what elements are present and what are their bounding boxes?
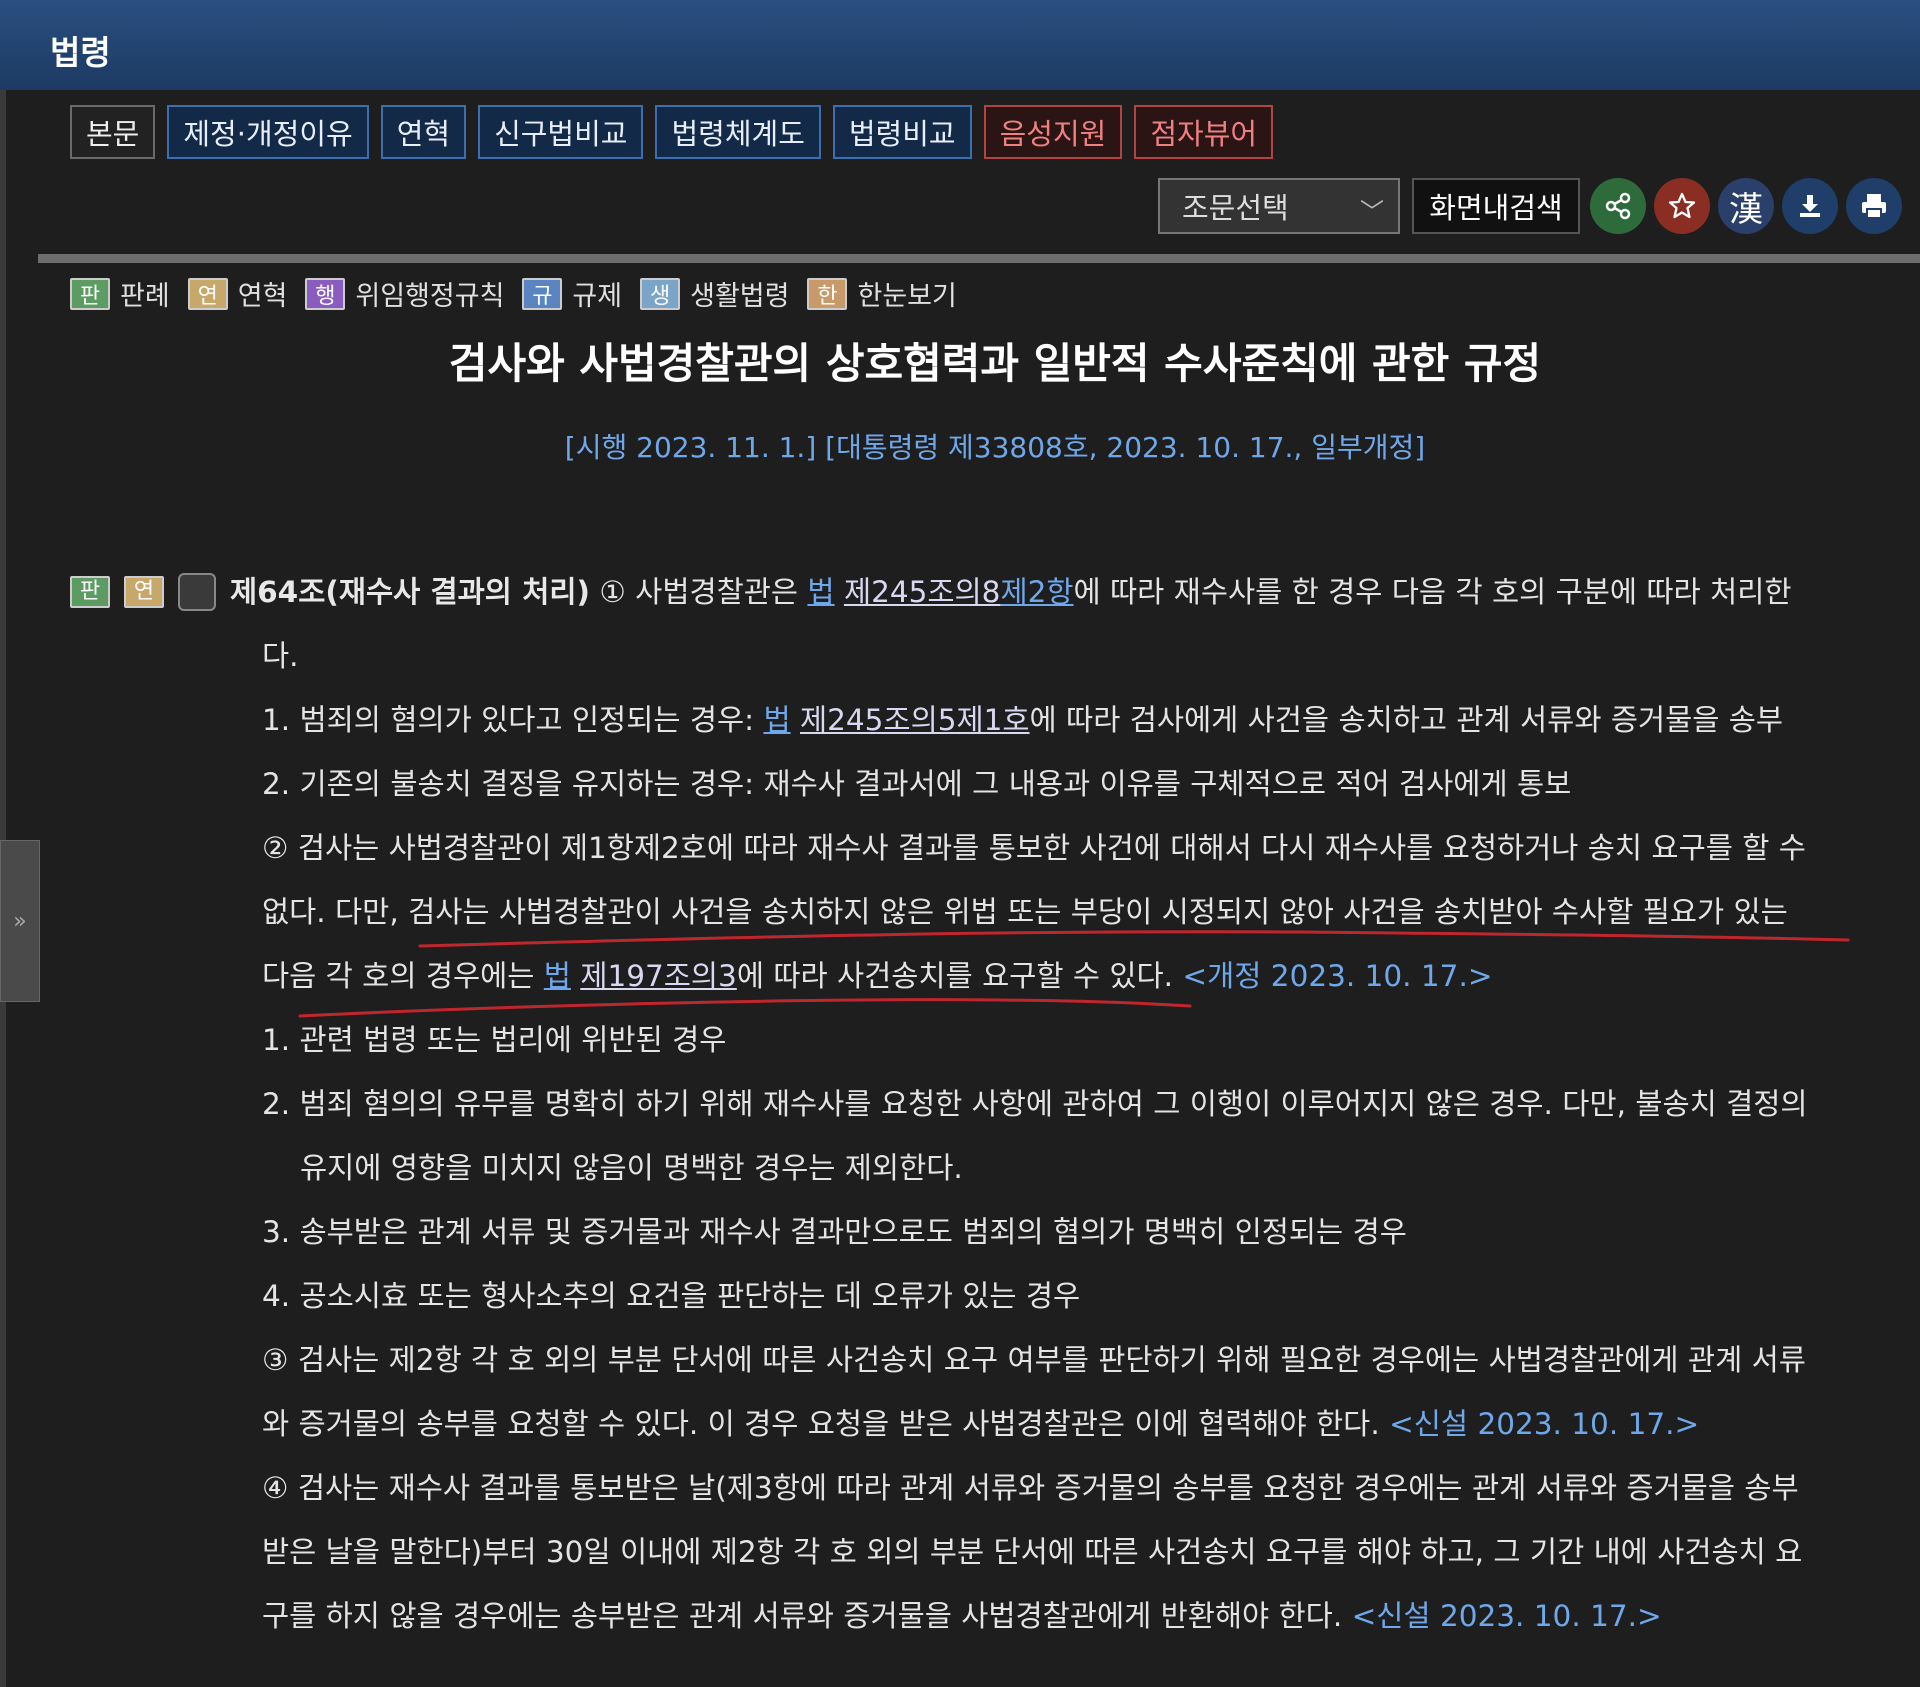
paragraph-4-line-3: 구를 하지 않을 경우에는 송부받은 관계 서류와 증거물을 사법경찰관에게 반… [262, 1584, 1890, 1648]
law-link[interactable]: 법 [763, 703, 790, 737]
legend-item-living-law[interactable]: 생 생활법령 [640, 274, 789, 313]
paragraph-2-line-3: 다음 각 호의 경우에는 법 제197조의3에 따라 사건송치를 요구할 수 있… [262, 944, 1890, 1008]
text: 에 따라 검사에게 사건을 송치하고 관계 서류와 증거물을 송부 [1029, 703, 1784, 737]
law-link[interactable]: 법 [544, 959, 571, 993]
precedent-badge-icon: 판 [70, 277, 110, 310]
article-64: 판 연 제64조(재수사 결과의 처리) ① 사법경찰관은 법 제245조의8제… [70, 560, 1890, 1648]
article-link[interactable]: 제245조의8 [844, 575, 1001, 609]
text: 구를 하지 않을 경우에는 송부받은 관계 서류와 증거물을 사법경찰관에게 반… [262, 1599, 1352, 1633]
tab-bar: 본문 제정·개정이유 연혁 신구법비교 법령체계도 법령비교 음성지원 점자뷰어 [70, 105, 1274, 159]
subitem-1: 1. 관련 법령 또는 법리에 위반된 경우 [262, 1023, 727, 1057]
new-provision-note[interactable]: <신설 2023. 10. 17.> [1352, 1599, 1662, 1633]
document-meta[interactable]: [시행 2023. 11. 1.] [대통령령 제33808호, 2023. 1… [0, 426, 1920, 466]
legend-label: 연혁 [237, 281, 288, 312]
subitem-2-line-2: 유지에 영향을 미치지 않음이 명백한 경우는 제외한다. [300, 1151, 963, 1185]
text: 다음 각 호의 경우에는 [262, 959, 544, 993]
legend-item-history[interactable]: 연 연혁 [187, 274, 288, 313]
history-badge-icon[interactable]: 연 [124, 576, 164, 608]
legend-item-overview[interactable]: 한 한눈보기 [807, 274, 957, 313]
regulation-badge-icon: 규 [522, 277, 563, 310]
living-law-badge-icon: 생 [640, 277, 681, 310]
legend-label: 한눈보기 [857, 281, 957, 312]
text: 와 증거물의 송부를 요청할 수 있다. 이 경우 요청을 받은 사법경찰관은 … [262, 1407, 1390, 1441]
article-checkbox[interactable] [178, 573, 216, 611]
tab-revision-reason[interactable]: 제정·개정이유 [167, 105, 369, 159]
legend-label: 판례 [120, 281, 170, 312]
article-heading: 제64조(재수사 결과의 처리) [230, 575, 590, 609]
paragraph-2-line-2: 없다. 다만, 검사는 사법경찰관이 사건을 송치하지 않은 위법 또는 부당이… [262, 895, 1788, 929]
legend-item-delegated-rules[interactable]: 행 위임행정규칙 [305, 274, 504, 313]
text: 에 따라 사건송치를 요구할 수 있다. [736, 959, 1183, 993]
tab-braille-viewer[interactable]: 점자뷰어 [1134, 105, 1274, 159]
article-select-value: 조문선택 [1182, 191, 1289, 225]
in-page-search-button[interactable]: 화면내검색 [1412, 178, 1580, 234]
law-link[interactable]: 법 [807, 575, 834, 609]
legend-label: 생활법령 [690, 281, 790, 312]
overview-badge-icon: 한 [807, 277, 848, 310]
subitem-2-line-1: 2. 범죄 혐의의 유무를 명확히 하기 위해 재수사를 요청한 사항에 관하여… [262, 1087, 1808, 1121]
tab-body-text[interactable]: 본문 [70, 105, 156, 159]
paragraph-3-line-2: 와 증거물의 송부를 요청할 수 있다. 이 경우 요청을 받은 사법경찰관은 … [262, 1392, 1890, 1456]
tab-voice-support[interactable]: 음성지원 [983, 105, 1123, 159]
text: ① 사법경찰관은 [599, 575, 808, 609]
legend-label: 규제 [572, 281, 623, 312]
paragraph-2-line-1: ② 검사는 사법경찰관이 제1항제2호에 따라 재수사 결과를 통보한 사건에 … [262, 831, 1806, 865]
new-provision-note[interactable]: <신설 2023. 10. 17.> [1389, 1407, 1699, 1441]
print-icon[interactable] [1846, 178, 1902, 234]
subitem-4: 4. 공소시효 또는 형사소추의 요건을 판단하는 데 오류가 있는 경우 [262, 1279, 1081, 1313]
history-badge-icon: 연 [187, 277, 228, 310]
share-icon[interactable] [1590, 178, 1646, 234]
document-title: 검사와 사법경찰관의 상호협력과 일반적 수사준칙에 관한 규정 [448, 339, 1542, 388]
article-select[interactable]: 조문선택 ﹀ [1158, 178, 1400, 234]
legend-label: 위임행정규칙 [355, 281, 505, 312]
delegated-rules-badge-icon: 행 [305, 277, 346, 310]
item-2: 2. 기존의 불송치 결정을 유지하는 경우: 재수사 결과서에 그 내용과 이… [262, 767, 1572, 801]
star-icon[interactable] [1654, 178, 1710, 234]
article-badges: 판 연 [70, 560, 216, 624]
hanja-icon[interactable]: 漢 [1718, 178, 1774, 234]
tab-old-new-comparison[interactable]: 신구법비교 [478, 105, 644, 159]
tab-history[interactable]: 연혁 [380, 105, 467, 159]
paragraph-1: 제64조(재수사 결과의 처리) ① 사법경찰관은 법 제245조의8제2항에 … [230, 560, 1890, 624]
legend-bar: 판 판례 연 연혁 행 위임행정규칙 규 규제 생 생활법령 한 한눈보기 [70, 274, 975, 313]
text: 에 따라 재수사를 한 경우 다음 각 호의 구분에 따라 처리한 [1073, 575, 1792, 609]
paragraph-4-line-1: ④ 검사는 재수사 결과를 통보받은 날(제3항에 따라 관계 서류와 증거물의… [262, 1471, 1799, 1505]
article-link[interactable]: 제245조의5제1호 [800, 703, 1030, 737]
text: 1. 범죄의 혐의가 있다고 인정되는 경우: [262, 703, 764, 737]
tab-law-hierarchy[interactable]: 법령체계도 [655, 105, 821, 159]
download-icon[interactable] [1782, 178, 1838, 234]
paragraph-3-line-1: ③ 검사는 제2항 각 호 외의 부분 단서에 따른 사건송치 요구 여부를 판… [262, 1343, 1806, 1377]
subitem-3: 3. 송부받은 관계 서류 및 증거물과 재수사 결과만으로도 범죄의 혐의가 … [262, 1215, 1407, 1249]
top-header-bar: 법령 [0, 0, 1920, 90]
toolbar: 조문선택 ﹀ 화면내검색 漢 [1158, 178, 1902, 234]
chevron-down-icon: ﹀ [1360, 198, 1384, 226]
amendment-note[interactable]: <개정 2023. 10. 17.> [1182, 959, 1492, 993]
legend-item-precedent[interactable]: 판 판례 [70, 274, 170, 313]
content-divider [38, 254, 1920, 263]
side-panel-toggle[interactable]: » [0, 840, 40, 1002]
paragraph-4-line-2: 받은 날을 말한다)부터 30일 이내에 제2항 각 호 외의 부분 단서에 따… [262, 1535, 1803, 1569]
double-chevron-right-icon: » [13, 908, 27, 934]
legend-item-regulation[interactable]: 규 규제 [522, 274, 622, 313]
item-1: 1. 범죄의 혐의가 있다고 인정되는 경우: 법 제245조의5제1호에 따라… [262, 688, 1890, 752]
tab-law-comparison[interactable]: 법령비교 [832, 105, 972, 159]
header-title: 법령 [50, 33, 111, 72]
article-link[interactable]: 제197조의3 [580, 959, 737, 993]
clause-link[interactable]: 제2항 [1000, 575, 1073, 609]
precedent-badge-icon[interactable]: 판 [70, 576, 110, 608]
paragraph-1-cont: 다. [262, 639, 299, 673]
